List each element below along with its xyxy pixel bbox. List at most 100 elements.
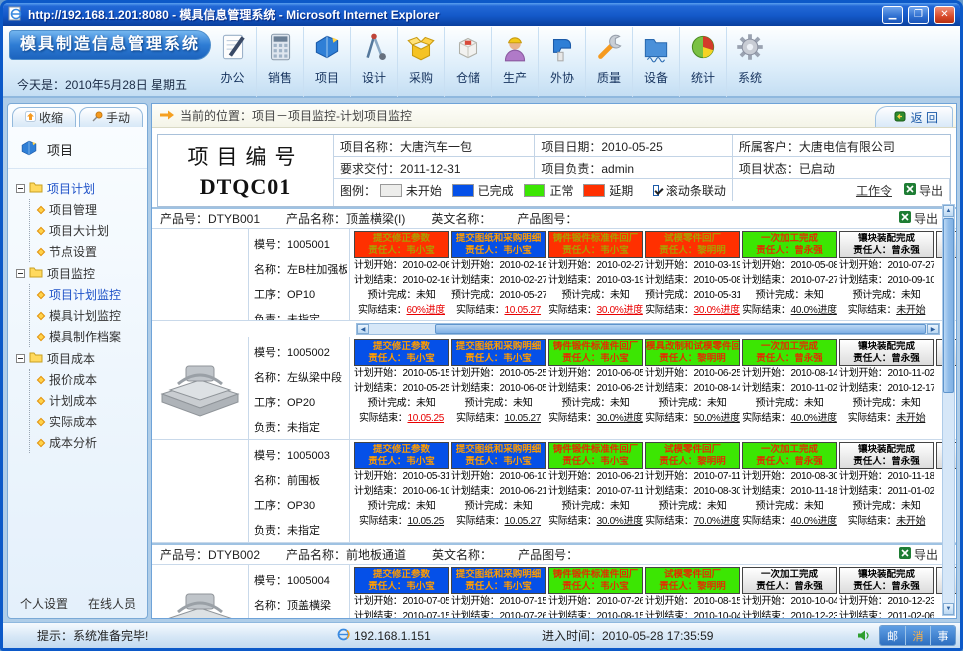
tree-leaf-project-master-plan[interactable]: 项目大计划 xyxy=(30,220,145,241)
toolbar-purchase[interactable]: 采购 xyxy=(397,27,444,97)
horizontal-scrollbar[interactable]: ◀▶ xyxy=(356,323,940,335)
toolbar-warehouse[interactable]: 仓储 xyxy=(444,27,491,97)
close-button[interactable]: ✕ xyxy=(934,6,955,24)
task-card[interactable]: 试模零件回厂责任人：黎明明计划开始：2010-08-15计划结束：2010-10… xyxy=(645,567,740,619)
task-card[interactable]: 铸件锻件标准件回厂责任人：韦小宝计划开始：2010-02-27计划结束：2010… xyxy=(548,231,643,320)
toolbar-outsourcing[interactable]: 外协 xyxy=(538,27,585,97)
actual-progress-link[interactable]: 60%进度 xyxy=(406,305,445,316)
tree-node-project-monitor[interactable]: 项目监控 xyxy=(16,262,145,284)
tree-leaf-node-settings[interactable]: 节点设置 xyxy=(30,241,145,262)
toolbar-quality[interactable]: 质量 xyxy=(585,27,632,97)
tree-leaf-actual-cost[interactable]: 实际成本 xyxy=(30,411,145,432)
task-card[interactable]: 铸件锻件标准件回厂责任人：韦小宝计划开始：2010-07-26计划结束：2010… xyxy=(548,567,643,619)
tree-leaf-project-plan-monitor[interactable]: 项目计划监控 xyxy=(30,284,145,305)
task-card[interactable]: 提交图纸和采购明细责任人：韦小宝计划开始：2010-06-10计划结束：2010… xyxy=(451,442,546,542)
export-link[interactable]: 导出 xyxy=(904,182,943,199)
actual-progress-link[interactable]: 30.0%进度 xyxy=(597,516,643,527)
export-link[interactable]: 导出 xyxy=(899,546,938,563)
tree-node-project-plan[interactable]: 项目计划 xyxy=(16,177,145,199)
toolbar-project[interactable]: 项目 xyxy=(303,27,350,97)
vertical-scroll-thumb[interactable] xyxy=(943,218,954,393)
task-card[interactable]: 提交修正参数责任人：韦小宝计划开始：2010-05-31计划结束：2010-06… xyxy=(354,442,449,542)
task-card[interactable]: 提交修正参数责任人：韦小宝计划开始：2010-02-06计划结束：2010-02… xyxy=(354,231,449,320)
work-order-link[interactable]: 工作令 xyxy=(856,182,892,199)
toolbar-system[interactable]: 系统 xyxy=(726,27,773,97)
task-card[interactable]: 镶块装配完成责任人：曾永强计划开始：2010-11-18计划结束：2011-01… xyxy=(839,442,934,542)
scroll-up-arrow[interactable]: ▲ xyxy=(943,205,954,217)
message-button[interactable]: 消 xyxy=(905,626,930,645)
tree-node-project-cost[interactable]: 项目成本 xyxy=(16,347,145,369)
actual-progress-link[interactable]: 30.0%进度 xyxy=(597,305,643,316)
tree-expander-icon[interactable] xyxy=(16,269,25,278)
task-expected-finish: 预计完成：未知 xyxy=(645,499,740,514)
task-card[interactable]: 铸件锻件标准件回厂责任人：韦小宝计划开始：2010-06-05计划结束：2010… xyxy=(548,339,643,439)
task-button[interactable]: 事 xyxy=(930,626,955,645)
task-planned-start: 计划开始：2010-02-06 xyxy=(354,258,449,273)
task-card[interactable]: 试模零件回厂责任人：黎明明计划开始：2010-07-11计划结束：2010-08… xyxy=(645,442,740,542)
toolbar-design[interactable]: 设计 xyxy=(350,27,397,97)
task-card[interactable]: 提交修正参数责任人：韦小宝计划开始：2010-07-05计划结束：2010-07… xyxy=(354,567,449,619)
minimize-button[interactable]: ▁ xyxy=(882,6,903,24)
task-card[interactable]: 试模零件回厂责任人：黎明明计划开始：2010-03-19计划结束：2010-05… xyxy=(645,231,740,320)
tree-leaf-mold-archive[interactable]: 模具制作档案 xyxy=(30,326,145,347)
actual-progress-link[interactable]: 30.0%进度 xyxy=(694,305,740,316)
tree-expander-icon[interactable] xyxy=(16,354,25,363)
tree-leaf-mold-plan-monitor[interactable]: 模具计划监控 xyxy=(30,305,145,326)
toolbar-equipment[interactable]: 设备 xyxy=(632,27,679,97)
task-card[interactable]: 铸件锻件标准件回厂责任人：韦小宝计划开始：2010-06-21计划结束：2010… xyxy=(548,442,643,542)
vertical-scrollbar[interactable]: ▲ ▼ xyxy=(942,204,955,616)
actual-progress-link[interactable]: 10.05.27 xyxy=(504,413,541,424)
task-card[interactable]: 一次加工完成责任人：曾永强计划开始：2010-08-14计划结束：2010-11… xyxy=(742,339,837,439)
tree-leaf-quote-cost[interactable]: 报价成本 xyxy=(30,369,145,390)
actual-progress-link[interactable]: 10.05.25 xyxy=(407,413,444,424)
task-title: 镶块装配完成 xyxy=(858,444,915,456)
mail-button[interactable]: 邮 xyxy=(880,626,905,645)
tree-leaf-project-management[interactable]: 项目管理 xyxy=(30,199,145,220)
toolbar-office[interactable]: 办公 xyxy=(209,27,256,97)
tree-leaf-cost-analysis[interactable]: 成本分析 xyxy=(30,432,145,453)
back-button[interactable]: 返 回 xyxy=(875,106,953,127)
scroll-right-arrow[interactable]: ▶ xyxy=(927,324,939,334)
personal-settings-link[interactable]: 个人设置 xyxy=(20,595,68,612)
task-card[interactable]: 一次加工完成责任人：曾永强计划开始：2010-10-04计划结束：2010-12… xyxy=(742,567,837,619)
task-card[interactable]: 提交图纸和采购明细责任人：韦小宝计划开始：2010-07-15计划结束：2010… xyxy=(451,567,546,619)
horizontal-scroll-thumb[interactable] xyxy=(435,324,926,334)
actual-progress-link[interactable]: 30.0%进度 xyxy=(597,413,643,424)
task-card[interactable]: 提交图纸和采购明细责任人：韦小宝计划开始：2010-05-25计划结束：2010… xyxy=(451,339,546,439)
tab-manual[interactable]: 手动 xyxy=(79,107,143,127)
task-card[interactable]: 一次加工完成责任人：曾永强计划开始：2010-05-08计划结束：2010-07… xyxy=(742,231,837,320)
maximize-button[interactable]: ❐ xyxy=(908,6,929,24)
calculator-icon xyxy=(263,30,297,67)
task-card[interactable]: 提交修正参数责任人：韦小宝计划开始：2010-05-15计划结束：2010-05… xyxy=(354,339,449,439)
actual-progress-link[interactable]: 10.05.27 xyxy=(504,516,541,527)
speaker-icon[interactable] xyxy=(858,629,869,642)
task-card[interactable]: 镶块装配完成责任人：曾永强计划开始：2010-11-02计划结束：2010-12… xyxy=(839,339,934,439)
online-users-link[interactable]: 在线人员 xyxy=(88,595,136,612)
actual-progress-link[interactable]: 40.0%进度 xyxy=(791,305,837,316)
scroll-down-arrow[interactable]: ▼ xyxy=(943,603,954,615)
actual-progress-link[interactable]: 未开始 xyxy=(896,305,925,316)
actual-progress-link[interactable]: 40.0%进度 xyxy=(791,516,837,527)
toolbar-sales[interactable]: 销售 xyxy=(256,27,303,97)
actual-progress-link[interactable]: 10.05.27 xyxy=(504,305,541,316)
export-link[interactable]: 导出 xyxy=(899,210,938,227)
tree-expander-icon[interactable] xyxy=(16,184,25,193)
actual-progress-link[interactable]: 40.0%进度 xyxy=(791,413,837,424)
equipment-icon xyxy=(639,30,673,67)
actual-progress-link[interactable]: 未开始 xyxy=(896,413,925,424)
task-card[interactable]: 镶块装配完成责任人：曾永强计划开始：2010-07-27计划结束：2010-09… xyxy=(839,231,934,320)
task-card[interactable]: 提交图纸和采购明细责任人：韦小宝计划开始：2010-02-16计划结束：2010… xyxy=(451,231,546,320)
tab-collapse[interactable]: 收缩 xyxy=(12,107,76,127)
task-card[interactable]: 模具改制和试模零件回厂责任人：黎明明计划开始：2010-06-25计划结束：20… xyxy=(645,339,740,439)
task-card[interactable]: 一次加工完成责任人：曾永强计划开始：2010-08-30计划结束：2010-11… xyxy=(742,442,837,542)
actual-progress-link[interactable]: 未开始 xyxy=(896,516,925,527)
task-card[interactable]: 镶块装配完成责任人：曾永强计划开始：2010-12-23计划结束：2011-02… xyxy=(839,567,934,619)
toolbar-production[interactable]: 生产 xyxy=(491,27,538,97)
tree-leaf-plan-cost[interactable]: 计划成本 xyxy=(30,390,145,411)
actual-progress-link[interactable]: 10.05.25 xyxy=(407,516,444,527)
actual-progress-link[interactable]: 50.0%进度 xyxy=(694,413,740,424)
toolbar-statistics[interactable]: 统计 xyxy=(679,27,726,97)
scroll-left-arrow[interactable]: ◀ xyxy=(357,324,369,334)
linked-scroll-checkbox[interactable] xyxy=(653,185,659,196)
actual-progress-link[interactable]: 70.0%进度 xyxy=(694,516,740,527)
